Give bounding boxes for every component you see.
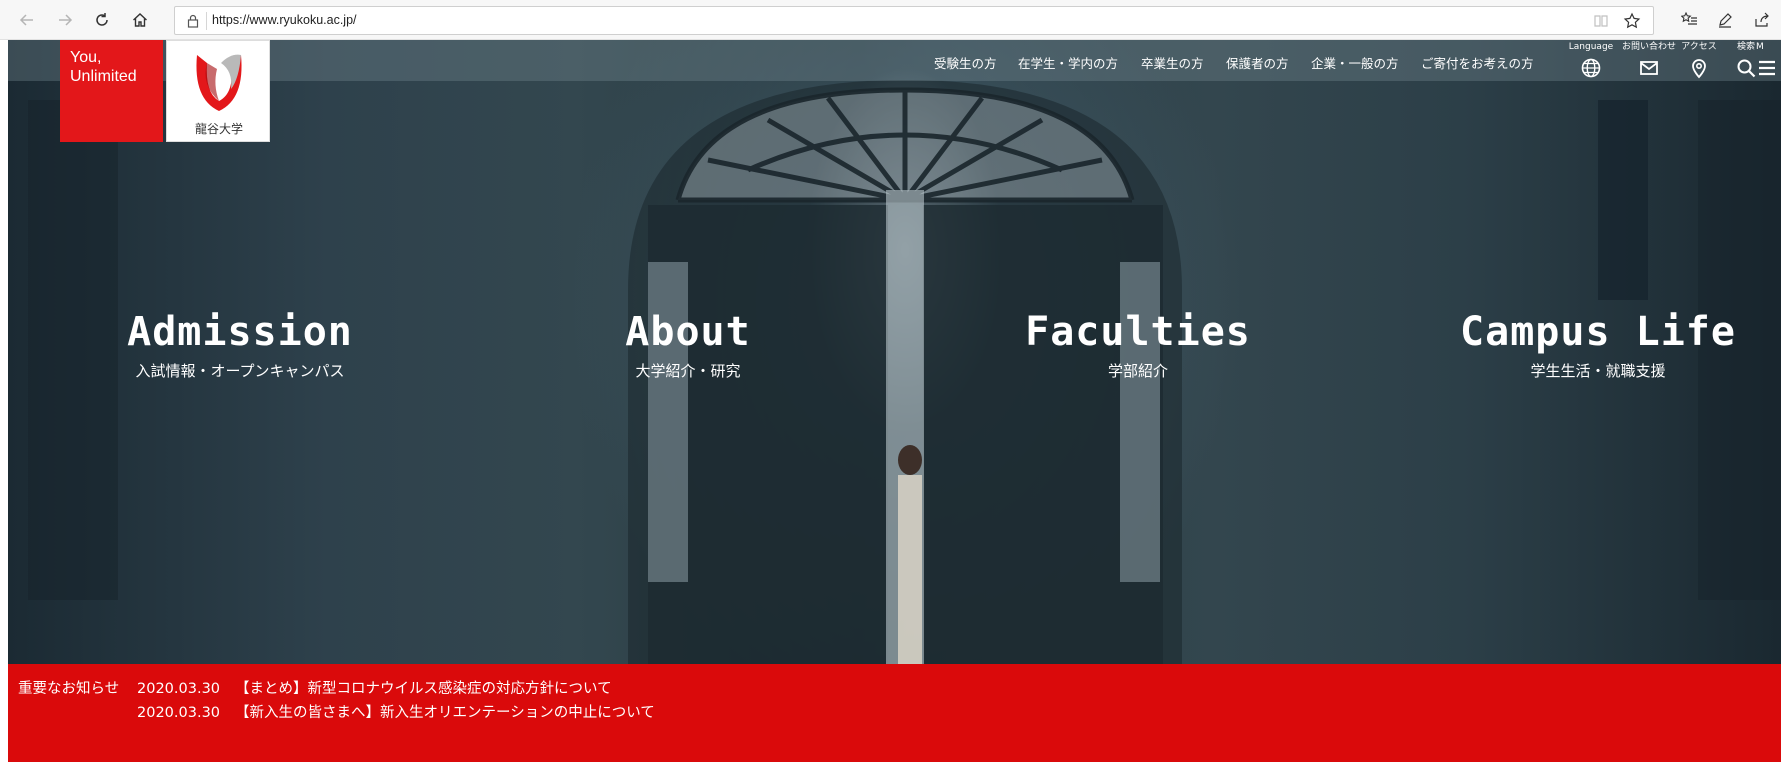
- menu-button[interactable]: M: [1756, 42, 1780, 79]
- university-emblem-icon: [196, 54, 242, 111]
- nav-current-students[interactable]: 在学生・学内の方: [1018, 53, 1118, 72]
- home-button[interactable]: [125, 5, 155, 35]
- mail-icon: [1640, 61, 1658, 75]
- hero-link-about-subtitle: 大学紹介・研究: [635, 362, 741, 380]
- back-button[interactable]: [12, 5, 42, 35]
- arrow-left-icon: [19, 14, 33, 26]
- favorite-star-icon[interactable]: [1623, 12, 1641, 30]
- nav-companies[interactable]: 企業・一般の方: [1311, 53, 1399, 72]
- forward-button[interactable]: [50, 5, 80, 35]
- globe-icon: [1581, 58, 1601, 78]
- important-notice-bar: 重要なお知らせ 2020.03.30 【まとめ】新型コロナウイルス感染症の対応方針…: [8, 664, 1781, 762]
- favorites-button[interactable]: [1680, 10, 1700, 30]
- notice-text: 【まとめ】新型コロナウイルス感染症の対応方針について: [235, 681, 612, 697]
- share-icon: [1755, 12, 1769, 27]
- pen-button[interactable]: [1715, 10, 1735, 30]
- hero-link-faculties[interactable]: Faculties 学部紹介: [1018, 310, 1258, 381]
- hero-link-admission-subtitle: 入試情報・オープンキャンパス: [135, 362, 345, 380]
- hero-link-admission-title: Admission: [127, 309, 353, 355]
- notice-heading: 重要なお知らせ: [18, 681, 120, 697]
- notice-item[interactable]: 2020.03.30 【まとめ】新型コロナウイルス感染症の対応方針について: [137, 677, 612, 698]
- pen-icon: [1719, 13, 1732, 28]
- nav-donations[interactable]: ご寄付をお考えの方: [1421, 53, 1534, 72]
- menu-label: M: [1756, 42, 1764, 52]
- contact-label: お問い合わせ: [1621, 42, 1676, 52]
- hero-link-about[interactable]: About 大学紹介・研究: [568, 310, 808, 381]
- notice-item[interactable]: 2020.03.30 【新入生の皆さまへ】新入生オリエンテーションの中止について: [137, 701, 655, 722]
- address-divider: [206, 12, 207, 30]
- nav-alumni[interactable]: 卒業生の方: [1141, 53, 1204, 72]
- web-page: You, Unlimited 龍谷大学 受験生の方 在学生・学内の方 卒業生の方…: [8, 40, 1781, 762]
- tagline-line-2: Unlimited: [70, 68, 137, 85]
- menu-icon: [1759, 60, 1775, 76]
- address-bar[interactable]: https://www.ryukoku.ac.jp/: [174, 6, 1654, 35]
- share-button[interactable]: [1752, 10, 1772, 30]
- map-pin-icon: [1692, 59, 1706, 79]
- hero-link-faculties-subtitle: 学部紹介: [1107, 362, 1168, 380]
- browser-toolbar: https://www.ryukoku.ac.jp/: [0, 0, 1781, 40]
- lock-icon: [187, 14, 199, 28]
- contact-button[interactable]: お問い合わせ: [1621, 42, 1677, 79]
- language-label: Language: [1568, 42, 1614, 52]
- arrow-right-icon: [59, 14, 73, 26]
- refresh-icon: [96, 13, 108, 26]
- home-icon: [133, 13, 147, 27]
- hero-section: You, Unlimited 龍谷大学 受験生の方 在学生・学内の方 卒業生の方…: [8, 40, 1781, 664]
- hero-link-about-title: About: [625, 309, 751, 355]
- url-text[interactable]: https://www.ryukoku.ac.jp/: [212, 13, 357, 27]
- hero-link-admission[interactable]: Admission 入試情報・オープンキャンパス: [100, 310, 380, 381]
- university-logo[interactable]: 龍谷大学: [166, 40, 270, 142]
- university-name: 龍谷大学: [194, 122, 243, 136]
- search-icon: [1737, 59, 1756, 78]
- hero-link-campus-life-subtitle: 学生生活・就職支援: [1530, 362, 1666, 380]
- nav-prospective-students[interactable]: 受験生の方: [934, 53, 997, 72]
- notice-text: 【新入生の皆さまへ】新入生オリエンテーションの中止について: [235, 705, 655, 721]
- language-button[interactable]: Language: [1563, 42, 1619, 79]
- hero-link-faculties-title: Faculties: [1025, 309, 1251, 355]
- tagline-line-1: You,: [70, 49, 102, 66]
- reading-view-icon[interactable]: [1593, 13, 1609, 29]
- tagline-text: You, Unlimited: [70, 48, 137, 86]
- notice-date: 2020.03.30: [137, 681, 221, 697]
- hero-link-campus-life[interactable]: Campus Life 学生生活・就職支援: [1448, 310, 1748, 381]
- notice-date: 2020.03.30: [137, 705, 221, 721]
- nav-parents[interactable]: 保護者の方: [1226, 53, 1289, 72]
- refresh-button[interactable]: [87, 5, 117, 35]
- tagline-logo[interactable]: You, Unlimited: [60, 40, 163, 142]
- hero-link-campus-life-title: Campus Life: [1460, 309, 1736, 355]
- favorites-list-icon: [1681, 11, 1697, 25]
